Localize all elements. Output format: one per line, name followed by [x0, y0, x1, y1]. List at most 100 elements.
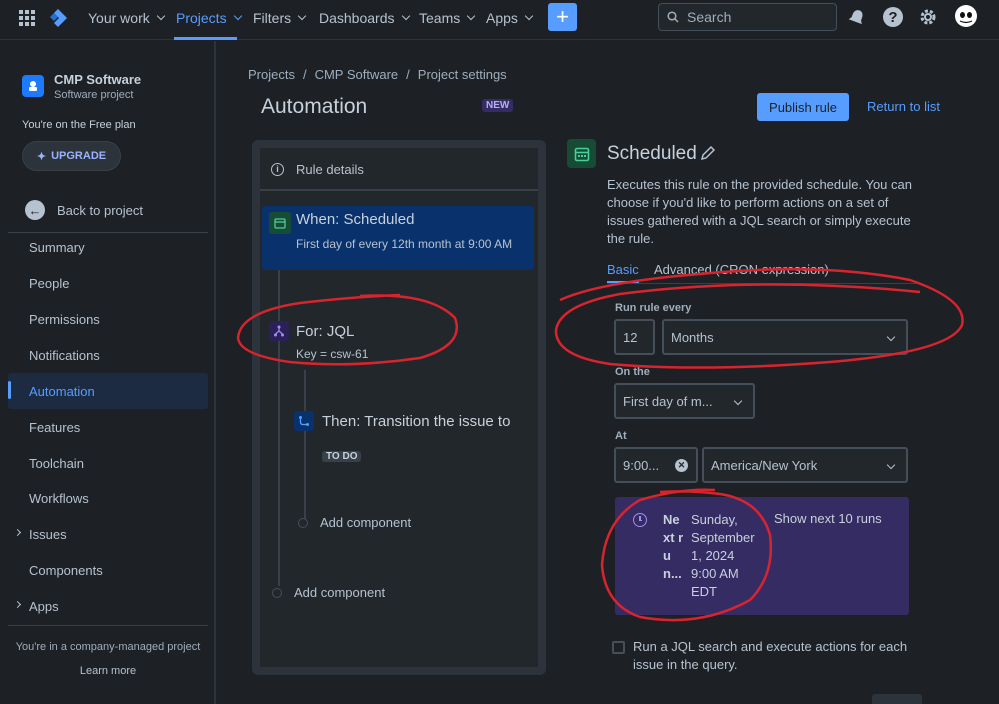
sidebar-item-notifications[interactable]: Notifications — [8, 338, 208, 372]
company-managed-text: You're in a company-managed project — [15, 641, 201, 653]
period-select[interactable]: Months — [662, 319, 908, 355]
calendar-icon — [269, 212, 291, 234]
transition-icon — [294, 411, 314, 431]
node-dot-icon — [272, 587, 282, 598]
create-button[interactable]: + — [548, 3, 577, 31]
breadcrumb-settings[interactable]: Project settings — [418, 67, 507, 82]
node-dot-icon — [298, 517, 308, 528]
add-component-inner[interactable]: Add component — [298, 515, 411, 530]
return-to-list-link[interactable]: Return to list — [867, 99, 940, 114]
info-icon: i — [271, 162, 284, 176]
app-switcher-icon[interactable] — [19, 10, 35, 26]
status-badge: TO DO — [322, 451, 362, 462]
chevron-down-icon — [733, 396, 743, 406]
sidebar-item-workflows[interactable]: Workflows — [8, 481, 208, 515]
chevron-down-icon — [401, 11, 410, 21]
breadcrumb-projects[interactable]: Projects — [248, 67, 295, 82]
run-every-label: Run rule every — [615, 302, 692, 314]
learn-more-link[interactable]: Learn more — [0, 665, 216, 677]
show-next-runs-link[interactable]: Show next 10 runs — [774, 511, 882, 526]
new-badge: NEW — [482, 99, 514, 112]
page-title: Automation — [261, 95, 368, 118]
plan-text: You're on the Free plan — [22, 119, 136, 131]
scheduled-icon — [567, 139, 596, 168]
search-icon — [667, 11, 679, 23]
settings-icon[interactable] — [918, 7, 938, 30]
sidebar-item-apps[interactable]: Apps — [8, 589, 208, 623]
timezone-select[interactable]: America/New York — [702, 447, 908, 483]
sidebar-item-permissions[interactable]: Permissions — [8, 302, 208, 336]
breadcrumb-separator: / — [302, 67, 307, 82]
project-sidebar: CMP Software Software project You're on … — [0, 41, 216, 704]
upgrade-button[interactable]: ✦ UPGRADE — [22, 141, 121, 171]
jira-logo-icon[interactable] — [48, 8, 68, 31]
chevron-down-icon — [297, 11, 307, 21]
rule-editor-card: i Rule details When: Scheduled First day… — [252, 140, 546, 675]
branch-icon — [269, 321, 289, 341]
add-component-outer[interactable]: Add component — [272, 585, 385, 600]
on-the-label: On the — [615, 366, 650, 378]
project-type: Software project — [54, 89, 134, 101]
sidebar-item-automation[interactable]: Automation — [8, 373, 208, 409]
bottom-stub — [872, 694, 922, 704]
breadcrumb: Projects / CMP Software / Project settin… — [248, 67, 507, 82]
action-component[interactable]: Then: Transition the issue to TO DO — [292, 406, 532, 472]
card-divider — [260, 189, 538, 191]
breadcrumb-separator: / — [406, 67, 410, 82]
chevron-right-icon — [13, 528, 22, 537]
avatar[interactable] — [955, 5, 977, 27]
on-the-select[interactable]: First day of m... — [614, 383, 755, 419]
next-run-value: Sunday, September 1, 2024 9:00 AM EDT — [691, 512, 755, 599]
chevron-down-icon — [524, 11, 534, 21]
sidebar-item-components[interactable]: Components — [8, 553, 208, 587]
top-navigation: Your work Projects Filters Dashboards Te… — [0, 0, 999, 40]
jql-checkbox-label: Run a JQL search and execute actions for… — [633, 639, 908, 672]
tab-basic[interactable]: Basic — [607, 262, 639, 277]
sparkle-icon: ✦ — [36, 150, 47, 163]
back-arrow-icon: ← — [25, 200, 45, 220]
clear-icon[interactable]: ✕ — [675, 459, 688, 472]
rule-details[interactable]: i Rule details — [260, 148, 538, 190]
sidebar-item-issues[interactable]: Issues — [8, 517, 208, 551]
nav-your-work[interactable]: Your work — [88, 8, 165, 28]
sidebar-item-summary[interactable]: Summary — [8, 230, 208, 264]
next-run-label: Next run... — [663, 512, 684, 581]
sidebar-item-features[interactable]: Features — [8, 410, 208, 444]
chevron-down-icon — [886, 460, 896, 470]
help-icon[interactable]: ? — [883, 7, 903, 27]
edit-pencil-icon[interactable] — [700, 145, 716, 164]
tabs-divider — [607, 283, 917, 284]
jql-checkbox[interactable] — [612, 641, 625, 654]
branch-component[interactable]: For: JQL Key = csw-61 — [262, 316, 534, 370]
back-to-project[interactable]: ← Back to project — [25, 200, 143, 220]
chevron-down-icon — [233, 11, 242, 21]
chevron-down-icon — [886, 332, 896, 342]
notifications-icon[interactable] — [848, 8, 866, 29]
nav-filters[interactable]: Filters — [253, 8, 307, 28]
at-label: At — [615, 430, 627, 442]
search-input[interactable]: Search — [658, 3, 837, 31]
tab-advanced[interactable]: Advanced (CRON expression) — [654, 262, 829, 277]
chevron-right-icon — [13, 600, 22, 609]
breadcrumb-project[interactable]: CMP Software — [315, 67, 399, 82]
sidebar-item-people[interactable]: People — [8, 266, 208, 300]
time-input[interactable]: 9:00... ✕ — [614, 447, 698, 483]
project-avatar — [22, 75, 44, 97]
trigger-component[interactable]: When: Scheduled First day of every 12th … — [262, 206, 534, 270]
panel-title: Scheduled — [607, 143, 697, 164]
panel-description: Executes this rule on the provided sched… — [607, 177, 912, 246]
next-run-box: Next run... Sunday, September 1, 2024 9:… — [615, 497, 909, 615]
sidebar-item-toolchain[interactable]: Toolchain — [8, 446, 208, 480]
project-name: CMP Software — [54, 72, 142, 87]
chevron-down-icon — [466, 11, 476, 21]
clock-icon — [633, 513, 647, 527]
nav-projects[interactable]: Projects — [176, 8, 242, 28]
publish-rule-button[interactable]: Publish rule — [757, 93, 849, 121]
sidebar-divider — [8, 625, 208, 626]
nav-projects-underline — [174, 37, 237, 40]
run-every-input[interactable]: 12 — [614, 319, 655, 355]
chevron-down-icon — [156, 11, 165, 21]
nav-teams[interactable]: Teams — [419, 8, 476, 28]
nav-dashboards[interactable]: Dashboards — [319, 8, 410, 28]
nav-apps[interactable]: Apps — [486, 8, 534, 28]
